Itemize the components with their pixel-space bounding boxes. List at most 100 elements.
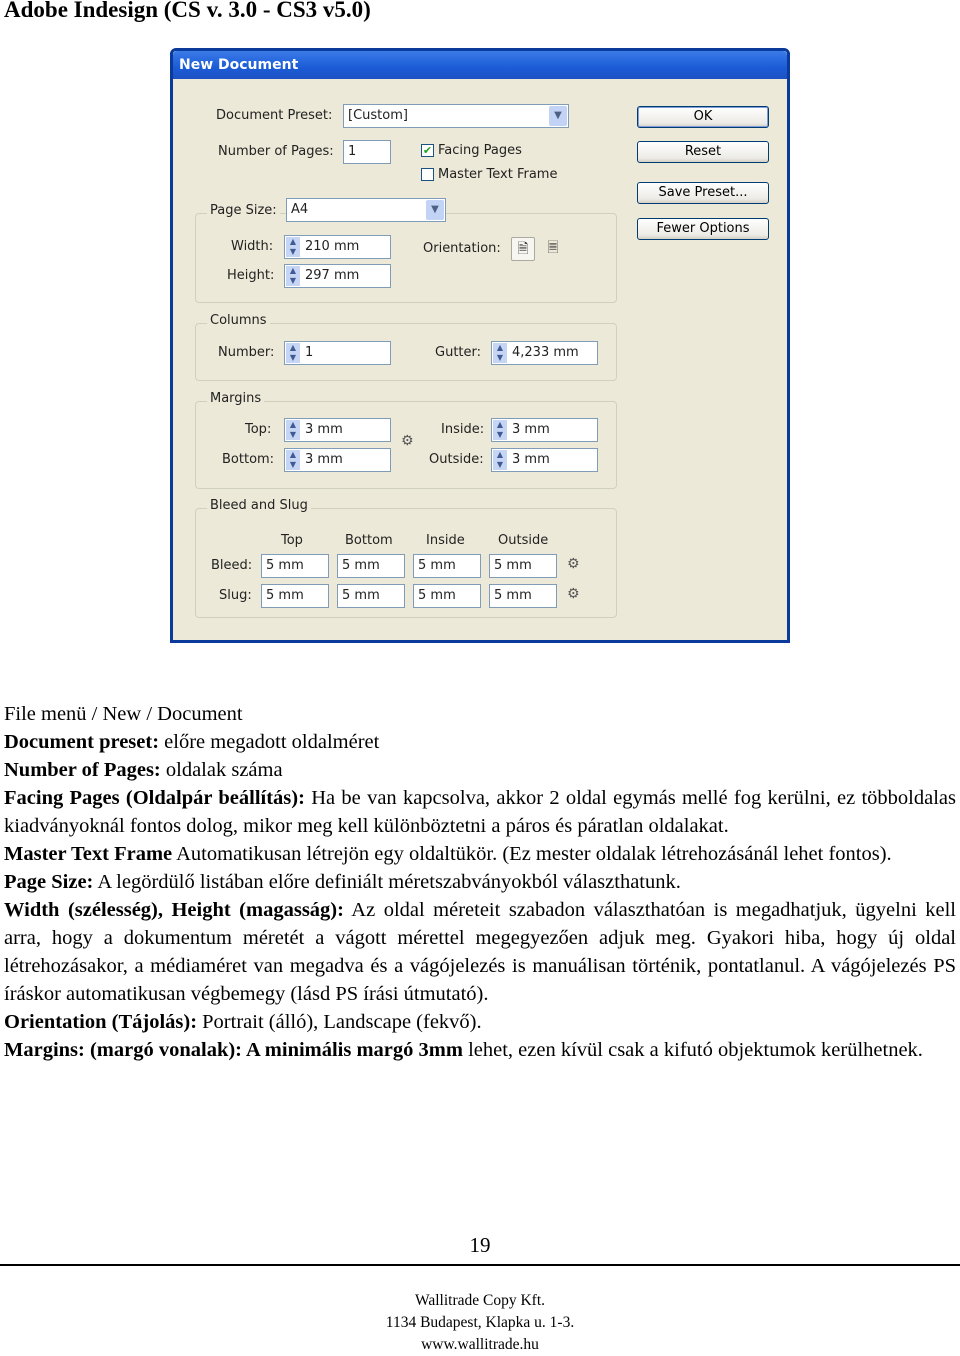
- paragraph: Page Size: A legördülő listában előre de…: [4, 868, 956, 896]
- stepper-arrows-icon[interactable]: ▲ ▼: [286, 450, 300, 470]
- dialog-title: New Document: [173, 51, 787, 79]
- fewer-options-button[interactable]: Fewer Options: [637, 218, 769, 240]
- chain-link-icon[interactable]: ⚙: [567, 586, 580, 602]
- footer-company: Wallitrade Copy Kft.: [414, 1292, 546, 1309]
- master-text-frame-label: Master Text Frame: [438, 167, 558, 182]
- column-header-top: Top: [281, 533, 303, 548]
- chevron-down-icon[interactable]: ▼: [549, 106, 567, 126]
- term: Width (szélesség), Height (magasság):: [4, 899, 344, 921]
- gutter-label: Gutter:: [435, 345, 482, 360]
- chain-link-icon[interactable]: ⚙: [567, 556, 580, 572]
- width-label: Width:: [231, 239, 274, 254]
- bleed-inside-input[interactable]: 5 mm: [413, 554, 481, 578]
- paragraph: Facing Pages (Oldalpár beállítás): Ha be…: [4, 784, 956, 840]
- slug-top-input[interactable]: 5 mm: [261, 584, 329, 608]
- term: Document preset:: [4, 731, 160, 753]
- stepper-arrows-icon[interactable]: ▲ ▼: [286, 237, 300, 257]
- master-text-frame-checkbox[interactable]: [421, 168, 434, 181]
- term: Orientation (Tájolás):: [4, 1011, 198, 1033]
- new-document-dialog: New Document Document Preset: [Custom] ▼…: [170, 48, 790, 643]
- page-size-value: A4: [291, 202, 309, 217]
- save-preset-button[interactable]: Save Preset...: [637, 182, 769, 204]
- page-size-label: Page Size:: [207, 203, 280, 218]
- stepper-arrows-icon[interactable]: ▲ ▼: [286, 266, 300, 286]
- menu-path: File menü / New / Document: [4, 703, 243, 725]
- footer-divider: [0, 1264, 960, 1266]
- margin-bottom-label: Bottom:: [222, 452, 275, 467]
- footer-address: 1134 Budapest, Klapka u. 1-3.: [385, 1314, 575, 1331]
- columns-number-label: Number:: [218, 345, 275, 360]
- paragraph: Margins: (margó vonalak): A minimális ma…: [4, 1036, 956, 1064]
- bleed-bottom-input[interactable]: 5 mm: [337, 554, 405, 578]
- bleed-slug-group-label: Bleed and Slug: [207, 498, 311, 513]
- height-value: 297 mm: [305, 268, 360, 283]
- column-header-inside: Inside: [426, 533, 465, 548]
- margin-inside-input[interactable]: ▲ ▼ 3 mm: [491, 418, 598, 442]
- page-size-select[interactable]: A4 ▼: [286, 198, 446, 222]
- width-input[interactable]: ▲ ▼ 210 mm: [284, 235, 391, 259]
- definition: Automatikusan létrejön egy oldaltükör. (…: [172, 843, 892, 865]
- paragraph: Number of Pages: oldalak száma: [4, 756, 956, 784]
- margin-bottom-value: 3 mm: [305, 452, 343, 467]
- margin-outside-value: 3 mm: [512, 452, 550, 467]
- slug-inside-input[interactable]: 5 mm: [413, 584, 481, 608]
- document-preset-value: [Custom]: [348, 108, 408, 123]
- margin-outside-input[interactable]: ▲ ▼ 3 mm: [491, 448, 598, 472]
- columns-group-label: Columns: [207, 313, 270, 328]
- document-preset-label: Document Preset:: [216, 108, 333, 123]
- margin-bottom-input[interactable]: ▲ ▼ 3 mm: [284, 448, 391, 472]
- bleed-outside-input[interactable]: 5 mm: [489, 554, 557, 578]
- paragraph: Width (szélesség), Height (magasság): Az…: [4, 896, 956, 1008]
- document-title: Adobe Indesign (CS v. 3.0 - CS3 v5.0): [4, 0, 371, 22]
- slug-outside-input[interactable]: 5 mm: [489, 584, 557, 608]
- stepper-arrows-icon[interactable]: ▲ ▼: [286, 420, 300, 440]
- margin-top-input[interactable]: ▲ ▼ 3 mm: [284, 418, 391, 442]
- bleed-top-input[interactable]: 5 mm: [261, 554, 329, 578]
- stepper-arrows-icon[interactable]: ▲ ▼: [493, 420, 507, 440]
- margin-top-label: Top:: [245, 422, 272, 437]
- portrait-orientation-icon[interactable]: 🗎: [511, 237, 535, 261]
- landscape-orientation-icon[interactable]: 🗏: [541, 237, 565, 261]
- paragraph: Orientation (Tájolás): Portrait (álló), …: [4, 1008, 956, 1036]
- margin-inside-value: 3 mm: [512, 422, 550, 437]
- number-of-pages-input[interactable]: 1: [343, 140, 391, 164]
- columns-number-value: 1: [305, 345, 314, 360]
- stepper-arrows-icon[interactable]: ▲ ▼: [286, 343, 300, 363]
- gutter-value: 4,233 mm: [512, 345, 579, 360]
- term: Master Text Frame: [4, 843, 173, 865]
- ok-button[interactable]: OK: [637, 106, 769, 128]
- reset-button[interactable]: Reset: [637, 141, 769, 163]
- stepper-arrows-icon[interactable]: ▲ ▼: [493, 343, 507, 363]
- slug-bottom-input[interactable]: 5 mm: [337, 584, 405, 608]
- margin-top-value: 3 mm: [305, 422, 343, 437]
- term: Facing Pages (Oldalpár beállítás):: [4, 787, 305, 809]
- width-value: 210 mm: [305, 239, 360, 254]
- stepper-arrows-icon[interactable]: ▲ ▼: [493, 450, 507, 470]
- slug-label: Slug:: [219, 588, 252, 603]
- margins-group-label: Margins: [207, 391, 265, 406]
- margin-outside-label: Outside:: [429, 452, 484, 467]
- gutter-input[interactable]: ▲ ▼ 4,233 mm: [491, 341, 598, 365]
- margin-inside-label: Inside:: [441, 422, 485, 437]
- definition: lehet, ezen kívül csak a kifutó objektum…: [462, 1039, 923, 1061]
- definition: oldalak száma: [160, 759, 283, 781]
- facing-pages-label: Facing Pages: [438, 143, 522, 158]
- number-of-pages-label: Number of Pages:: [218, 144, 334, 159]
- footer-website[interactable]: www.wallitrade.hu: [0, 1334, 960, 1356]
- definition: Portrait (álló), Landscape (fekvő).: [197, 1011, 482, 1033]
- facing-pages-checkbox[interactable]: ✔: [421, 144, 434, 157]
- definition: előre megadott oldalméret: [159, 731, 380, 753]
- footer: Wallitrade Copy Kft. 1134 Budapest, Klap…: [0, 1290, 960, 1356]
- document-preset-select[interactable]: [Custom] ▼: [343, 104, 569, 128]
- height-input[interactable]: ▲ ▼ 297 mm: [284, 264, 391, 288]
- definition: A legördülő listában előre definiált mér…: [93, 871, 681, 893]
- term: Number of Pages:: [4, 759, 161, 781]
- chain-link-icon[interactable]: ⚙: [401, 433, 414, 449]
- columns-number-input[interactable]: ▲ ▼ 1: [284, 341, 391, 365]
- paragraph: Master Text Frame Automatikusan létrejön…: [4, 840, 956, 868]
- page-number: 19: [469, 1233, 491, 1257]
- chevron-down-icon[interactable]: ▼: [426, 200, 444, 220]
- column-header-bottom: Bottom: [345, 533, 393, 548]
- body-text: File menü / New / Document Document pres…: [4, 700, 956, 1064]
- column-header-outside: Outside: [498, 533, 549, 548]
